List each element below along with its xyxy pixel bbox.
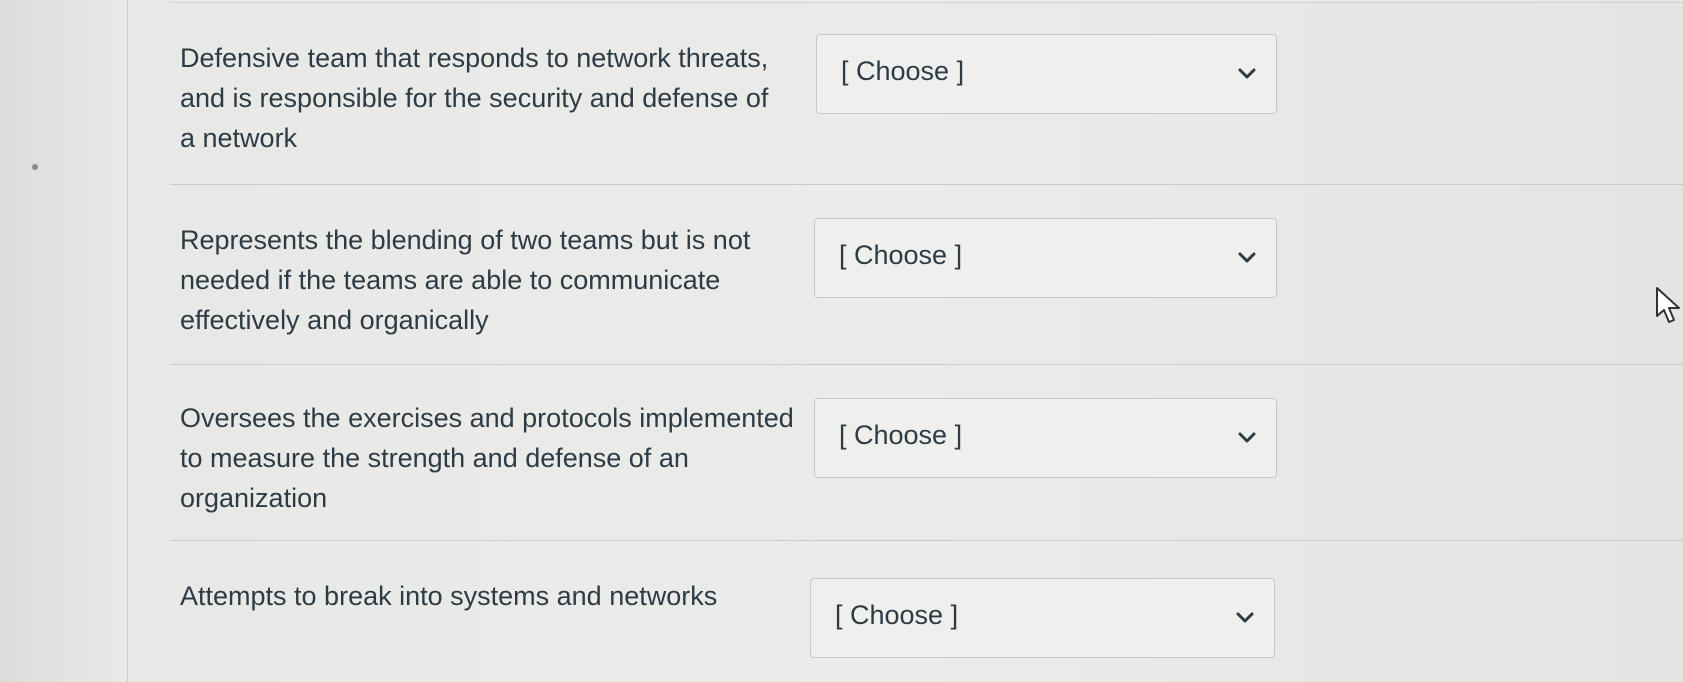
answer-select[interactable]: [ Choose ] [810, 578, 1275, 658]
answer-select[interactable]: [ Choose ] [816, 34, 1277, 114]
row-divider [170, 364, 1683, 365]
mouse-pointer-icon [1656, 287, 1680, 323]
select-value: [ Choose ] [841, 56, 965, 86]
question-prompt: Represents the blending of two teams but… [180, 225, 751, 335]
select-value: [ Choose ] [839, 420, 963, 450]
matching-row: Defensive team that responds to network … [170, 0, 1683, 186]
matching-row: Attempts to break into systems and netwo… [170, 542, 1683, 682]
question-prompt: Oversees the exercises and protocols imp… [180, 403, 794, 513]
question-prompt: Defensive team that responds to network … [180, 43, 769, 153]
answer-select[interactable]: [ Choose ] [814, 398, 1277, 478]
question-prompt: Attempts to break into systems and netwo… [180, 581, 718, 611]
chevron-down-icon [1236, 612, 1254, 623]
row-divider [170, 184, 1683, 185]
select-value: [ Choose ] [835, 600, 959, 630]
left-margin-rule [127, 0, 128, 682]
row-divider [170, 540, 1683, 541]
chevron-down-icon [1238, 68, 1256, 79]
matching-row: Represents the blending of two teams but… [170, 186, 1683, 366]
margin-dot [32, 164, 38, 170]
quiz-page: Defensive team that responds to network … [0, 0, 1683, 682]
select-value: [ Choose ] [839, 240, 963, 270]
answer-select[interactable]: [ Choose ] [814, 218, 1277, 298]
chevron-down-icon [1238, 432, 1256, 443]
chevron-down-icon [1238, 252, 1256, 263]
matching-row: Oversees the exercises and protocols imp… [170, 366, 1683, 542]
